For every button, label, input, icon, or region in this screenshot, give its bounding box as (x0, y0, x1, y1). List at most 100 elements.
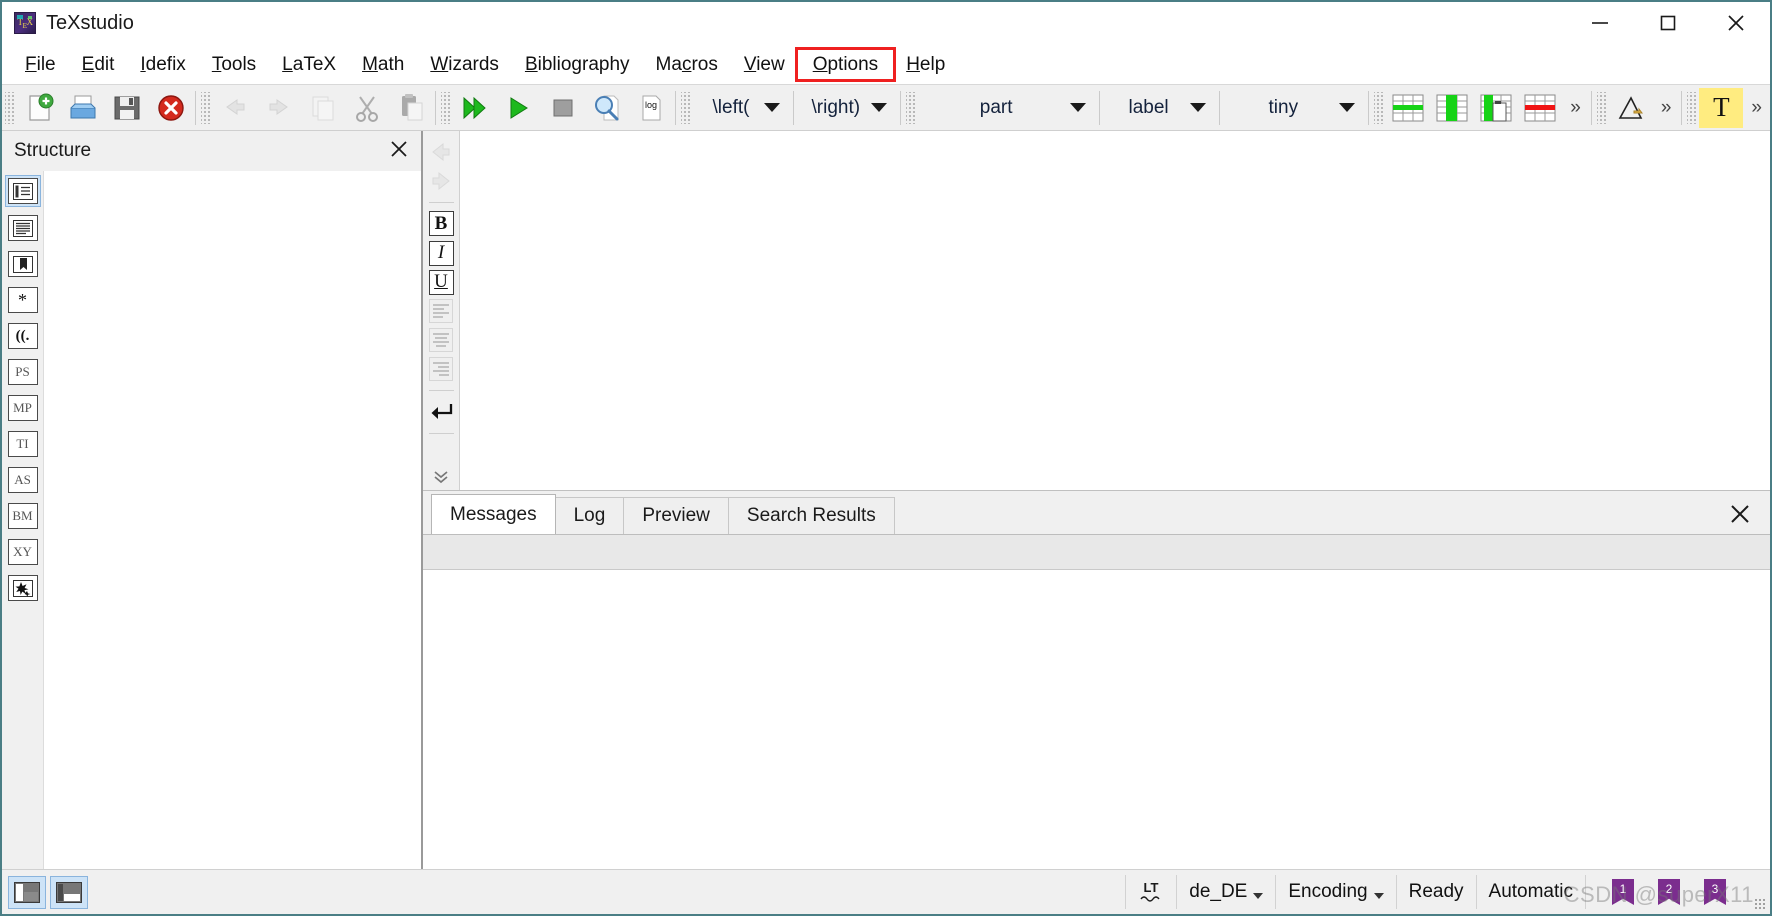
new-document-icon[interactable] (17, 88, 61, 128)
sidebar-document-view[interactable] (6, 213, 40, 243)
underline-button[interactable]: U (426, 269, 457, 295)
sidebar-structure-view[interactable] (4, 175, 41, 207)
menu-latex[interactable]: LaTeX (269, 52, 349, 77)
toolbar-grip-text[interactable] (1687, 91, 1697, 124)
maximize-button[interactable] (1634, 2, 1702, 44)
insert-table-row-icon[interactable] (1386, 88, 1430, 128)
window-resize-grip[interactable] (1754, 898, 1766, 910)
menu-view[interactable]: View (731, 52, 798, 77)
italic-button[interactable]: I (426, 240, 457, 266)
menu-file[interactable]: File (12, 52, 69, 77)
toggle-output-panel[interactable] (50, 875, 88, 909)
stop-compile-icon[interactable] (541, 88, 585, 128)
expand-toolbar-button[interactable] (426, 464, 457, 490)
newline-button[interactable] (426, 399, 457, 425)
toolbar-grip-math[interactable] (681, 91, 690, 124)
bold-button[interactable]: B (426, 211, 457, 237)
menu-math[interactable]: Math (349, 52, 417, 77)
sidebar-symbols-ti[interactable]: TI (6, 429, 40, 459)
tab-search-results[interactable]: Search Results (727, 497, 895, 534)
output-content-area[interactable] (423, 570, 1770, 869)
copy-icon[interactable] (301, 88, 345, 128)
tab-preview[interactable]: Preview (623, 497, 729, 534)
editor-back-icon[interactable] (426, 139, 457, 165)
insert-graphic-icon[interactable] (1609, 88, 1653, 128)
chevron-down-icon (1069, 103, 1086, 112)
spellcheck-language[interactable]: de_DE (1176, 875, 1275, 909)
menu-wizards[interactable]: Wizards (417, 52, 512, 77)
align-right-button[interactable] (426, 356, 457, 382)
font-size-value: tiny (1268, 96, 1299, 118)
editor-forward-icon[interactable] (426, 168, 457, 194)
close-structure-panel[interactable] (387, 137, 411, 166)
save-document-icon[interactable] (105, 88, 149, 128)
menu-edit[interactable]: Edit (69, 52, 128, 77)
close-document-icon[interactable] (149, 88, 193, 128)
toolbar-overflow-graphic[interactable]: » (1653, 97, 1680, 119)
menu-idefix[interactable]: Idefix (127, 52, 198, 77)
undo-icon[interactable] (213, 88, 257, 128)
sidebar-symbols-as[interactable]: AS (6, 465, 40, 495)
sidebar-symbols-mp[interactable]: MP (6, 393, 40, 423)
paste-clipboard-icon[interactable] (389, 88, 433, 128)
sidebar-symbols-xy[interactable]: XY (6, 537, 40, 567)
compile-run-icon[interactable] (497, 88, 541, 128)
bookmark-slot-2[interactable]: 2 (1658, 879, 1680, 905)
structure-tree[interactable] (44, 171, 421, 869)
redo-icon[interactable] (257, 88, 301, 128)
minimize-button[interactable] (1566, 2, 1634, 44)
sidebar-symbols-misc[interactable]: * (6, 285, 40, 315)
sidebar-symbols-mp-label: MP (13, 400, 32, 415)
main-toolbar: log \left( \right) part label tiny » » T… (2, 84, 1770, 131)
open-document-icon[interactable] (61, 88, 105, 128)
menu-macros[interactable]: Macros (643, 52, 731, 77)
sidebar-delimiters[interactable]: ((. (6, 321, 40, 351)
chevron-down-icon (870, 103, 887, 112)
toolbar-grip-table[interactable] (1374, 91, 1384, 124)
close-output-panel[interactable] (1726, 500, 1754, 528)
encoding-selector[interactable]: Encoding (1275, 875, 1395, 909)
insert-table-column-icon[interactable] (1430, 88, 1474, 128)
view-log-icon[interactable]: log (629, 88, 673, 128)
align-left-button[interactable] (426, 298, 457, 324)
tab-log[interactable]: Log (554, 497, 625, 534)
editor-text-area[interactable] (460, 131, 1770, 490)
delete-table-row-icon[interactable] (1518, 88, 1562, 128)
right-delimiter-combo[interactable]: \right) (796, 90, 898, 125)
highlight-text-icon[interactable]: T (1699, 87, 1744, 128)
build-and-view-icon[interactable] (453, 88, 497, 128)
menu-options[interactable]: Options (794, 46, 897, 82)
toolbar-grip-edit[interactable] (201, 91, 210, 124)
sidebar-bookmarks-view[interactable] (6, 249, 40, 279)
toolbar-grip-graphic[interactable] (1596, 91, 1606, 124)
toolbar-overflow-text[interactable]: » (1743, 97, 1770, 119)
menu-help[interactable]: Help (893, 52, 958, 77)
menu-tools[interactable]: Tools (199, 52, 269, 77)
bookmark-slot-1[interactable]: 1 (1612, 879, 1634, 905)
cut-scissors-icon[interactable] (345, 88, 389, 128)
sidebar-symbols-ps[interactable]: PS (6, 357, 40, 387)
font-size-combo[interactable]: tiny (1222, 90, 1367, 125)
toolbar-grip-build[interactable] (441, 91, 450, 124)
section-level-combo[interactable]: part (917, 90, 1097, 125)
view-pdf-icon[interactable] (585, 88, 629, 128)
sidebar-symbols-misc-label: * (18, 289, 27, 310)
italic-button-label: I (437, 242, 445, 263)
toggle-structure-panel[interactable] (8, 875, 46, 909)
language-tool-indicator[interactable]: LT (1125, 875, 1176, 909)
reference-type-combo[interactable]: label (1101, 90, 1218, 125)
tab-messages[interactable]: Messages (431, 494, 556, 534)
sidebar-symbols-star[interactable] (6, 573, 40, 603)
toolbar-grip-struct[interactable] (905, 91, 915, 124)
toolbar-grip[interactable] (5, 91, 14, 124)
paste-table-column-icon[interactable] (1474, 88, 1518, 128)
sidebar-symbols-bm[interactable]: BM (6, 501, 40, 531)
left-delimiter-combo[interactable]: \left( (693, 90, 792, 125)
toolbar-overflow-table[interactable]: » (1562, 97, 1589, 119)
bookmark-slot-3[interactable]: 3 (1704, 879, 1726, 905)
line-ending-mode[interactable]: Automatic (1475, 875, 1585, 909)
menu-view-label: iew (756, 53, 785, 75)
align-center-button[interactable] (426, 327, 457, 353)
menu-bibliography[interactable]: Bibliography (512, 52, 643, 77)
close-button[interactable] (1702, 2, 1770, 44)
